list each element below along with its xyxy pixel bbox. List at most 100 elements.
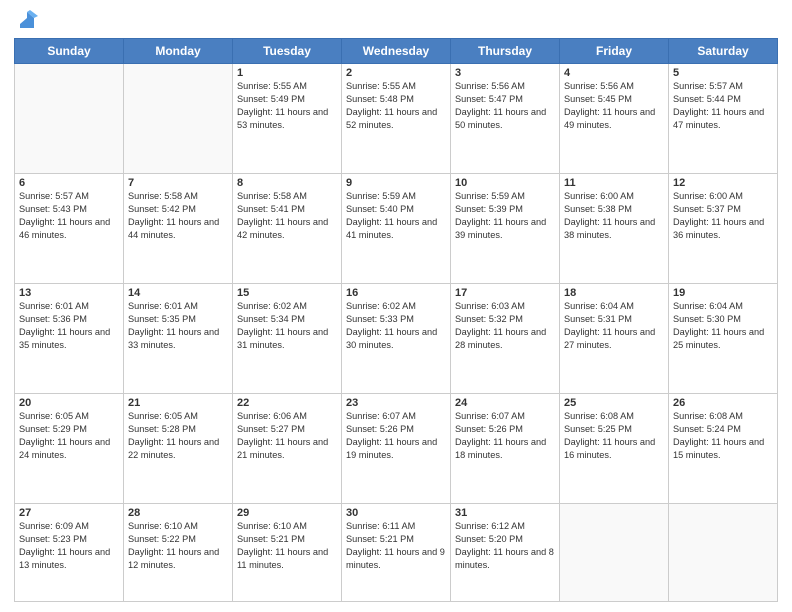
calendar-cell: 22Sunrise: 6:06 AM Sunset: 5:27 PM Dayli… xyxy=(233,394,342,504)
day-number: 1 xyxy=(237,67,337,79)
day-number: 27 xyxy=(19,507,119,519)
day-number: 29 xyxy=(237,507,337,519)
day-number: 7 xyxy=(128,177,228,189)
calendar-cell: 23Sunrise: 6:07 AM Sunset: 5:26 PM Dayli… xyxy=(342,394,451,504)
calendar-day-header: Sunday xyxy=(15,39,124,64)
day-number: 10 xyxy=(455,177,555,189)
calendar-week-row: 20Sunrise: 6:05 AM Sunset: 5:29 PM Dayli… xyxy=(15,394,778,504)
day-number: 9 xyxy=(346,177,446,189)
calendar-cell xyxy=(669,504,778,602)
calendar-day-header: Wednesday xyxy=(342,39,451,64)
day-info: Sunrise: 6:08 AM Sunset: 5:24 PM Dayligh… xyxy=(673,410,773,462)
calendar-cell: 25Sunrise: 6:08 AM Sunset: 5:25 PM Dayli… xyxy=(560,394,669,504)
calendar-cell: 7Sunrise: 5:58 AM Sunset: 5:42 PM Daylig… xyxy=(124,174,233,284)
day-info: Sunrise: 6:04 AM Sunset: 5:31 PM Dayligh… xyxy=(564,300,664,352)
calendar-cell xyxy=(124,64,233,174)
calendar-cell: 17Sunrise: 6:03 AM Sunset: 5:32 PM Dayli… xyxy=(451,284,560,394)
calendar-cell: 11Sunrise: 6:00 AM Sunset: 5:38 PM Dayli… xyxy=(560,174,669,284)
day-info: Sunrise: 6:10 AM Sunset: 5:22 PM Dayligh… xyxy=(128,520,228,572)
day-info: Sunrise: 5:58 AM Sunset: 5:41 PM Dayligh… xyxy=(237,190,337,242)
calendar-cell xyxy=(15,64,124,174)
day-info: Sunrise: 5:56 AM Sunset: 5:47 PM Dayligh… xyxy=(455,80,555,132)
day-info: Sunrise: 5:56 AM Sunset: 5:45 PM Dayligh… xyxy=(564,80,664,132)
day-info: Sunrise: 5:55 AM Sunset: 5:49 PM Dayligh… xyxy=(237,80,337,132)
day-number: 28 xyxy=(128,507,228,519)
day-number: 21 xyxy=(128,397,228,409)
day-info: Sunrise: 6:07 AM Sunset: 5:26 PM Dayligh… xyxy=(455,410,555,462)
logo-icon xyxy=(16,10,38,32)
page: SundayMondayTuesdayWednesdayThursdayFrid… xyxy=(0,0,792,612)
day-number: 23 xyxy=(346,397,446,409)
calendar-cell: 31Sunrise: 6:12 AM Sunset: 5:20 PM Dayli… xyxy=(451,504,560,602)
day-number: 11 xyxy=(564,177,664,189)
day-info: Sunrise: 6:02 AM Sunset: 5:33 PM Dayligh… xyxy=(346,300,446,352)
day-number: 8 xyxy=(237,177,337,189)
day-number: 26 xyxy=(673,397,773,409)
day-info: Sunrise: 6:04 AM Sunset: 5:30 PM Dayligh… xyxy=(673,300,773,352)
day-info: Sunrise: 6:08 AM Sunset: 5:25 PM Dayligh… xyxy=(564,410,664,462)
calendar-cell: 1Sunrise: 5:55 AM Sunset: 5:49 PM Daylig… xyxy=(233,64,342,174)
day-info: Sunrise: 6:03 AM Sunset: 5:32 PM Dayligh… xyxy=(455,300,555,352)
calendar-cell: 29Sunrise: 6:10 AM Sunset: 5:21 PM Dayli… xyxy=(233,504,342,602)
calendar-cell: 10Sunrise: 5:59 AM Sunset: 5:39 PM Dayli… xyxy=(451,174,560,284)
day-info: Sunrise: 6:10 AM Sunset: 5:21 PM Dayligh… xyxy=(237,520,337,572)
day-number: 3 xyxy=(455,67,555,79)
day-number: 20 xyxy=(19,397,119,409)
day-info: Sunrise: 6:05 AM Sunset: 5:28 PM Dayligh… xyxy=(128,410,228,462)
day-info: Sunrise: 6:06 AM Sunset: 5:27 PM Dayligh… xyxy=(237,410,337,462)
day-info: Sunrise: 6:01 AM Sunset: 5:35 PM Dayligh… xyxy=(128,300,228,352)
calendar-cell: 18Sunrise: 6:04 AM Sunset: 5:31 PM Dayli… xyxy=(560,284,669,394)
day-info: Sunrise: 5:58 AM Sunset: 5:42 PM Dayligh… xyxy=(128,190,228,242)
calendar-cell: 3Sunrise: 5:56 AM Sunset: 5:47 PM Daylig… xyxy=(451,64,560,174)
calendar-cell: 4Sunrise: 5:56 AM Sunset: 5:45 PM Daylig… xyxy=(560,64,669,174)
day-info: Sunrise: 6:01 AM Sunset: 5:36 PM Dayligh… xyxy=(19,300,119,352)
calendar-cell: 27Sunrise: 6:09 AM Sunset: 5:23 PM Dayli… xyxy=(15,504,124,602)
day-info: Sunrise: 5:59 AM Sunset: 5:40 PM Dayligh… xyxy=(346,190,446,242)
calendar-cell: 21Sunrise: 6:05 AM Sunset: 5:28 PM Dayli… xyxy=(124,394,233,504)
day-info: Sunrise: 6:00 AM Sunset: 5:37 PM Dayligh… xyxy=(673,190,773,242)
logo xyxy=(14,10,38,32)
day-number: 25 xyxy=(564,397,664,409)
day-number: 2 xyxy=(346,67,446,79)
day-info: Sunrise: 6:09 AM Sunset: 5:23 PM Dayligh… xyxy=(19,520,119,572)
day-number: 19 xyxy=(673,287,773,299)
day-number: 17 xyxy=(455,287,555,299)
calendar-cell: 8Sunrise: 5:58 AM Sunset: 5:41 PM Daylig… xyxy=(233,174,342,284)
day-info: Sunrise: 5:57 AM Sunset: 5:43 PM Dayligh… xyxy=(19,190,119,242)
day-info: Sunrise: 5:55 AM Sunset: 5:48 PM Dayligh… xyxy=(346,80,446,132)
calendar-week-row: 27Sunrise: 6:09 AM Sunset: 5:23 PM Dayli… xyxy=(15,504,778,602)
calendar-header-row: SundayMondayTuesdayWednesdayThursdayFrid… xyxy=(15,39,778,64)
calendar-cell: 2Sunrise: 5:55 AM Sunset: 5:48 PM Daylig… xyxy=(342,64,451,174)
day-info: Sunrise: 5:57 AM Sunset: 5:44 PM Dayligh… xyxy=(673,80,773,132)
calendar-day-header: Thursday xyxy=(451,39,560,64)
day-number: 31 xyxy=(455,507,555,519)
header xyxy=(14,10,778,32)
logo-area xyxy=(14,10,38,32)
day-info: Sunrise: 5:59 AM Sunset: 5:39 PM Dayligh… xyxy=(455,190,555,242)
day-info: Sunrise: 6:07 AM Sunset: 5:26 PM Dayligh… xyxy=(346,410,446,462)
calendar-cell: 13Sunrise: 6:01 AM Sunset: 5:36 PM Dayli… xyxy=(15,284,124,394)
day-number: 13 xyxy=(19,287,119,299)
day-info: Sunrise: 6:05 AM Sunset: 5:29 PM Dayligh… xyxy=(19,410,119,462)
calendar-cell: 19Sunrise: 6:04 AM Sunset: 5:30 PM Dayli… xyxy=(669,284,778,394)
calendar-cell: 16Sunrise: 6:02 AM Sunset: 5:33 PM Dayli… xyxy=(342,284,451,394)
day-info: Sunrise: 6:12 AM Sunset: 5:20 PM Dayligh… xyxy=(455,520,555,572)
day-number: 14 xyxy=(128,287,228,299)
calendar-day-header: Friday xyxy=(560,39,669,64)
day-number: 15 xyxy=(237,287,337,299)
calendar-cell: 26Sunrise: 6:08 AM Sunset: 5:24 PM Dayli… xyxy=(669,394,778,504)
day-number: 6 xyxy=(19,177,119,189)
day-info: Sunrise: 6:00 AM Sunset: 5:38 PM Dayligh… xyxy=(564,190,664,242)
calendar-week-row: 13Sunrise: 6:01 AM Sunset: 5:36 PM Dayli… xyxy=(15,284,778,394)
day-number: 16 xyxy=(346,287,446,299)
calendar: SundayMondayTuesdayWednesdayThursdayFrid… xyxy=(14,38,778,602)
day-number: 4 xyxy=(564,67,664,79)
calendar-cell: 5Sunrise: 5:57 AM Sunset: 5:44 PM Daylig… xyxy=(669,64,778,174)
calendar-cell: 6Sunrise: 5:57 AM Sunset: 5:43 PM Daylig… xyxy=(15,174,124,284)
day-number: 5 xyxy=(673,67,773,79)
calendar-week-row: 1Sunrise: 5:55 AM Sunset: 5:49 PM Daylig… xyxy=(15,64,778,174)
calendar-cell: 24Sunrise: 6:07 AM Sunset: 5:26 PM Dayli… xyxy=(451,394,560,504)
day-number: 24 xyxy=(455,397,555,409)
day-number: 30 xyxy=(346,507,446,519)
calendar-day-header: Monday xyxy=(124,39,233,64)
